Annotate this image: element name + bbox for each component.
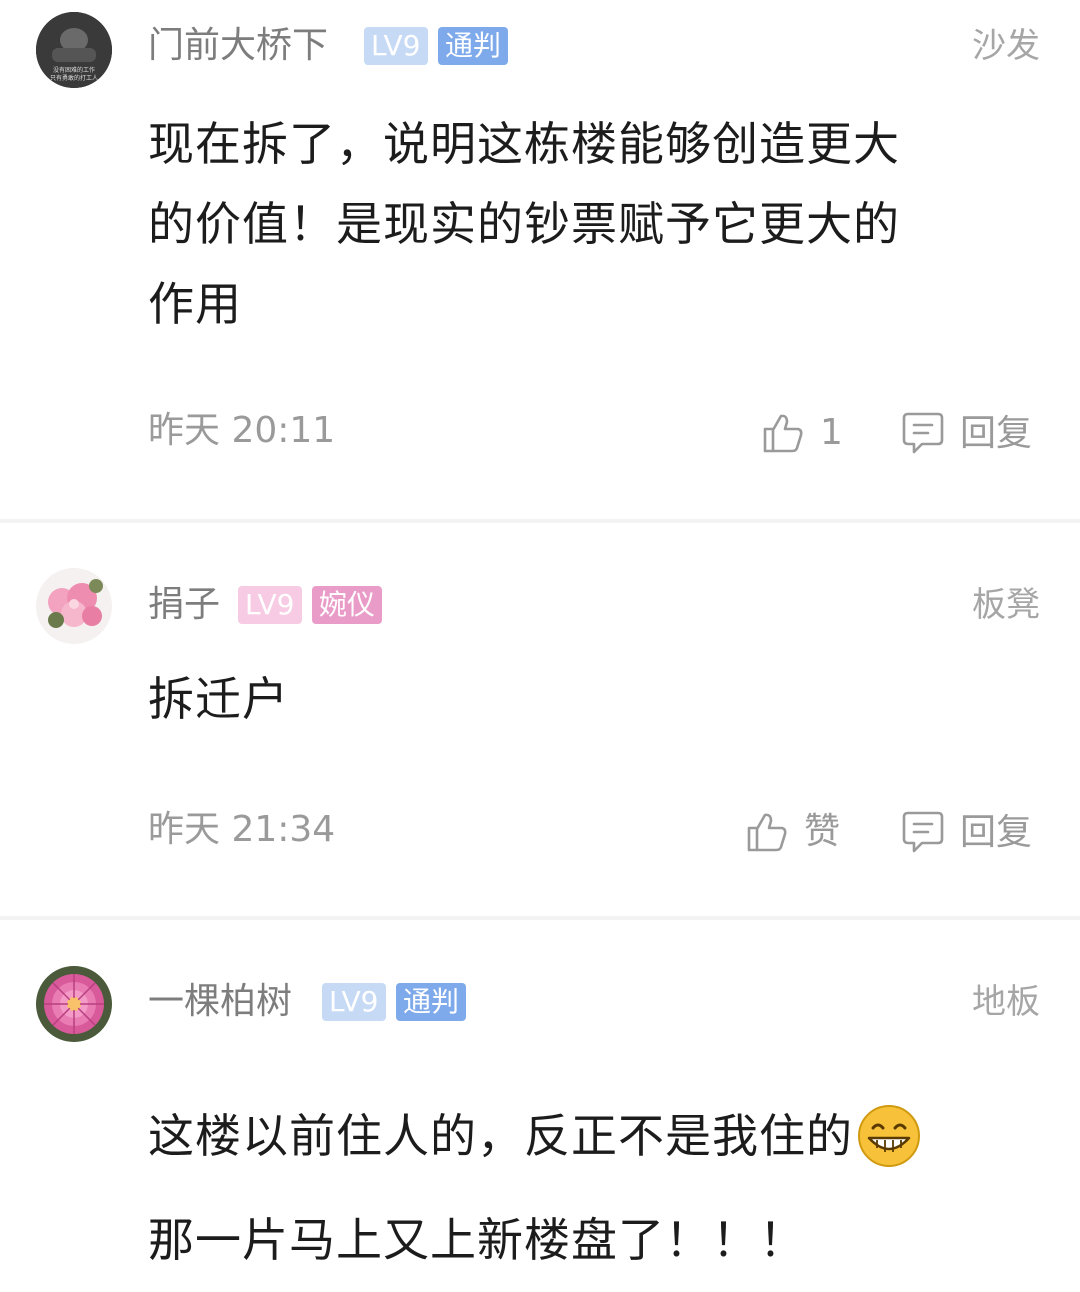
timestamp: 昨天 21:34 bbox=[148, 809, 336, 850]
comment-line: 现在拆了，说明这栋楼能够创造更大 bbox=[148, 117, 900, 171]
title-badge: 通判 bbox=[438, 27, 509, 65]
speech-bubble-icon bbox=[902, 811, 944, 853]
avatar[interactable] bbox=[36, 568, 112, 644]
speech-bubble-icon bbox=[902, 412, 944, 454]
comment-text: 拆迁户 bbox=[148, 659, 978, 739]
reply-label: 回复 bbox=[960, 413, 1033, 454]
level-badge: LV9 bbox=[364, 27, 428, 65]
reply-button[interactable]: 回复 bbox=[900, 410, 1032, 458]
comment-item-2: 捐子 LV9 婉仪 板凳 拆迁户 昨天 21:34 赞 回复 bbox=[0, 523, 1080, 916]
like-button[interactable]: 赞 bbox=[744, 809, 840, 855]
username[interactable]: 门前大桥下 bbox=[148, 26, 328, 66]
avatar-image bbox=[36, 568, 112, 644]
title-badge: 通判 bbox=[396, 983, 467, 1021]
like-button[interactable]: 1 bbox=[760, 410, 843, 456]
avatar[interactable]: 没有困难的工作 只有勇敢的打工人 bbox=[36, 12, 112, 88]
comment-item-3: 一棵柏树 LV9 通判 地板 这楼以前住人的，反正不是我住的 那一片马上又上新楼… bbox=[0, 920, 1080, 1275]
level-badge: LV9 bbox=[322, 983, 386, 1021]
comment-line: 拆迁户 bbox=[148, 672, 289, 726]
comment-item-1: 没有困难的工作 只有勇敢的打工人 门前大桥下 LV9 通判 沙发 现在拆了，说明… bbox=[0, 0, 1080, 520]
comment-text: 这楼以前住人的，反正不是我住的 那一片马上又上新楼盘了！！！ bbox=[148, 1084, 1048, 1292]
avatar-caption: 没有困难的工作 bbox=[53, 66, 95, 74]
comment-line: 那一片马上又上新楼盘了！！！ bbox=[148, 1213, 806, 1267]
like-count: 1 bbox=[820, 412, 843, 453]
avatar[interactable] bbox=[36, 966, 112, 1042]
like-label: 赞 bbox=[804, 811, 841, 852]
comment-line: 这楼以前住人的，反正不是我住的 bbox=[148, 1084, 1048, 1188]
comment-line: 作用 bbox=[148, 277, 242, 331]
thumbs-up-icon bbox=[763, 414, 803, 453]
thumbs-up-icon bbox=[747, 813, 787, 852]
avatar-caption: 只有勇敢的打工人 bbox=[50, 74, 98, 82]
level-badge: LV9 bbox=[238, 586, 302, 624]
reply-label: 回复 bbox=[960, 812, 1033, 853]
comment-line: 的价值！是现实的钞票赋予它更大的 bbox=[148, 197, 900, 251]
avatar-image bbox=[36, 966, 112, 1042]
comment-line-text: 这楼以前住人的，反正不是我住的 bbox=[148, 1109, 853, 1163]
floor-label: 板凳 bbox=[972, 585, 1040, 625]
floor-label: 地板 bbox=[972, 982, 1040, 1022]
grinning-face-icon bbox=[858, 1105, 920, 1167]
comment-text: 现在拆了，说明这栋楼能够创造更大 的价值！是现实的钞票赋予它更大的 作用 bbox=[148, 104, 978, 344]
title-badge: 婉仪 bbox=[312, 586, 383, 624]
timestamp: 昨天 20:11 bbox=[148, 410, 336, 451]
reply-button[interactable]: 回复 bbox=[900, 809, 1032, 857]
username[interactable]: 捐子 bbox=[148, 585, 220, 625]
avatar-image: 没有困难的工作 只有勇敢的打工人 bbox=[36, 12, 112, 88]
username[interactable]: 一棵柏树 bbox=[148, 982, 292, 1022]
floor-label: 沙发 bbox=[972, 26, 1040, 66]
